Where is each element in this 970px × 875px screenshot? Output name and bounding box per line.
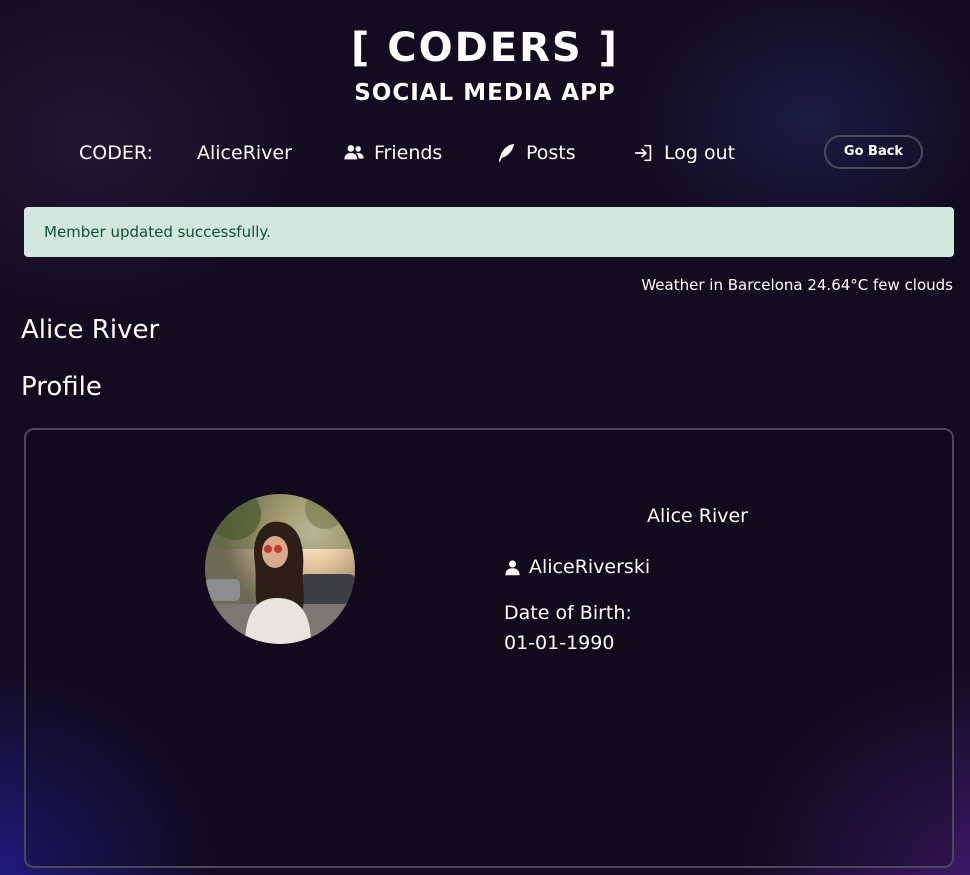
nav-logout-link[interactable]: Log out bbox=[633, 138, 735, 168]
nav-logout-label: Log out bbox=[664, 142, 736, 164]
card-username-row: AliceRiverski bbox=[504, 554, 650, 580]
friends-icon bbox=[344, 145, 364, 160]
logout-icon bbox=[634, 144, 652, 162]
profile-card bbox=[24, 428, 954, 868]
brand-subtitle: SOCIAL MEDIA APP bbox=[354, 80, 616, 106]
member-name-heading: Alice River bbox=[21, 315, 160, 345]
user-icon bbox=[505, 559, 520, 575]
dob-value: 01-01-1990 bbox=[504, 632, 615, 654]
coder-label: CODER: bbox=[79, 142, 153, 164]
weather-info: Weather in Barcelona 24.64°C few clouds bbox=[641, 276, 953, 294]
card-username: AliceRiverski bbox=[529, 556, 651, 578]
nav-friends-link[interactable]: Friends bbox=[343, 138, 442, 168]
brand-title: [ CODERS ] bbox=[351, 25, 619, 71]
feather-icon bbox=[498, 143, 515, 162]
go-back-button[interactable]: Go Back bbox=[824, 135, 923, 169]
avatar bbox=[205, 494, 355, 644]
avatar-photo bbox=[205, 494, 355, 644]
nav-username-link[interactable]: AliceRiver bbox=[197, 138, 292, 168]
dob-label: Date of Birth: bbox=[504, 602, 632, 624]
profile-section-title: Profile bbox=[21, 372, 102, 402]
nav-posts-label: Posts bbox=[526, 142, 576, 164]
nav-friends-label: Friends bbox=[374, 142, 443, 164]
nav-posts-link[interactable]: Posts bbox=[495, 138, 576, 168]
success-alert: Member updated successfully. bbox=[24, 207, 954, 257]
card-full-name: Alice River bbox=[647, 505, 748, 527]
